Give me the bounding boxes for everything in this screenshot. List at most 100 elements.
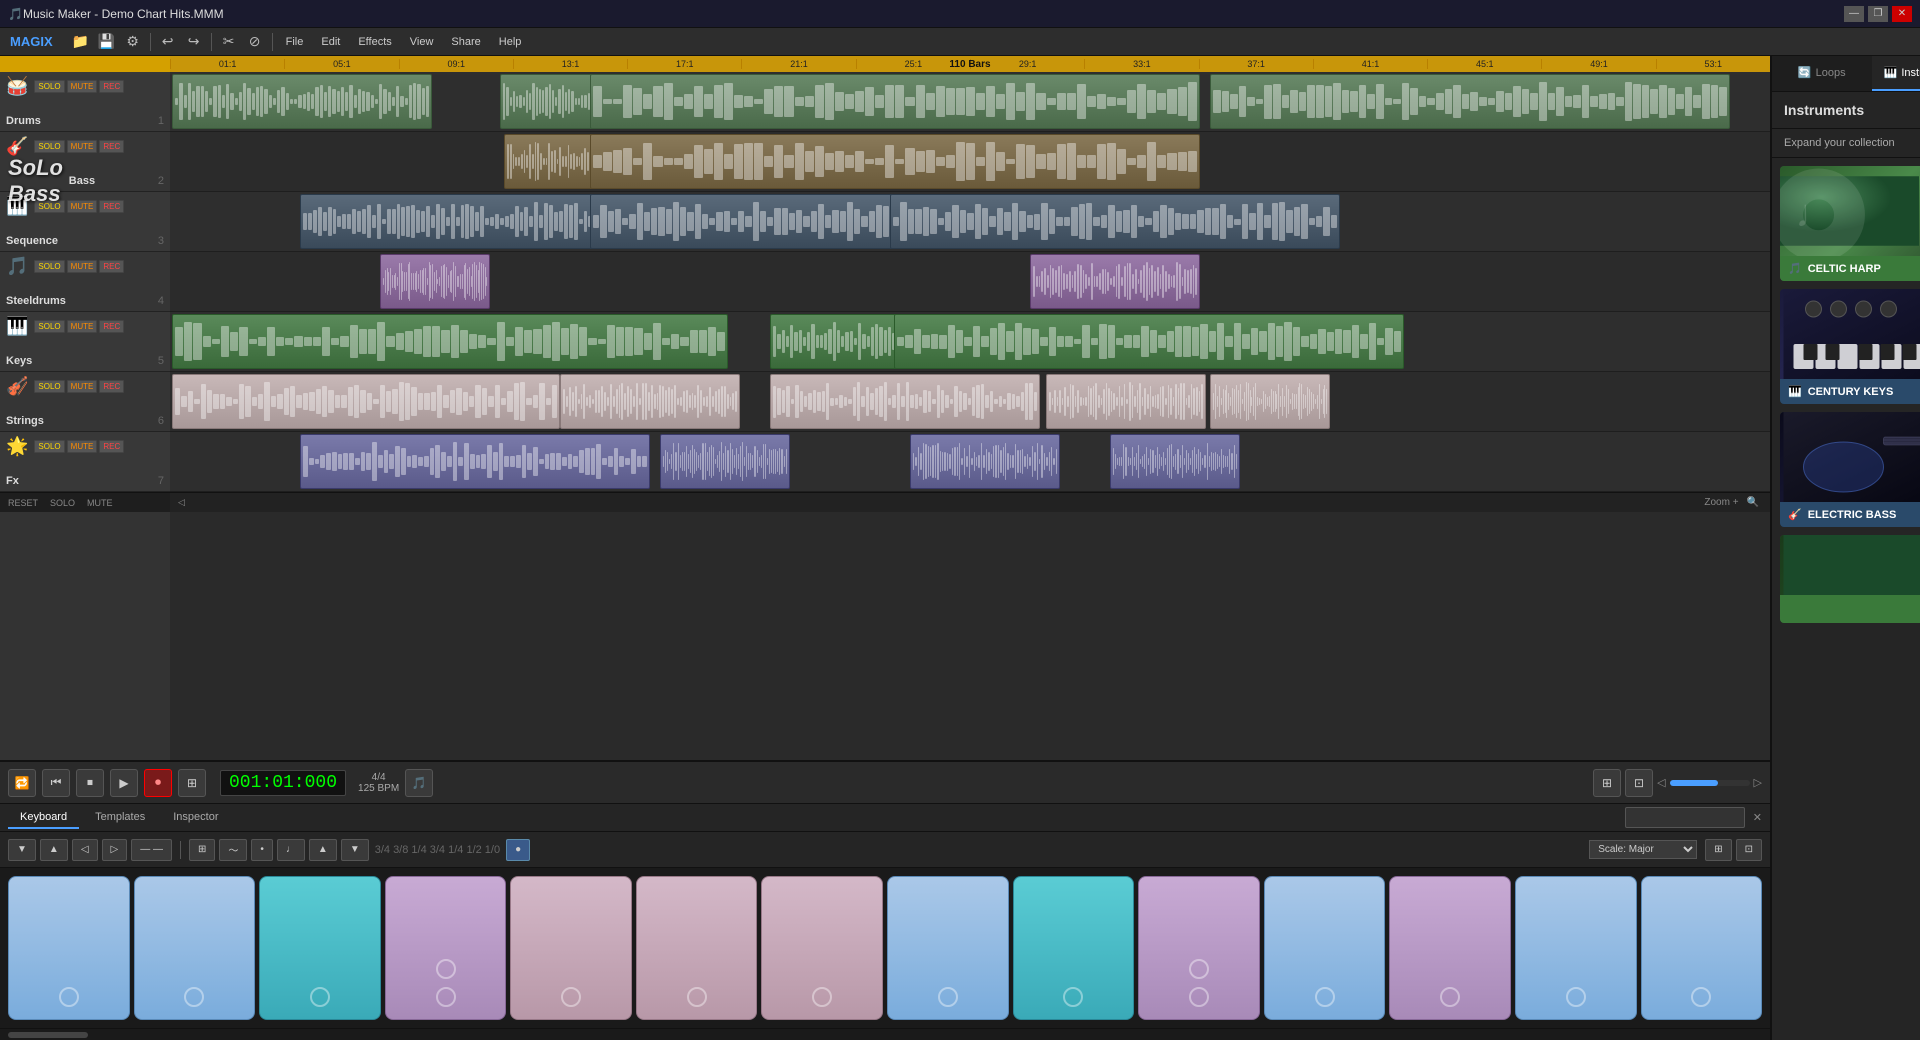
sequence-clip-1[interactable] [300, 194, 600, 249]
keys-clip-3[interactable] [894, 314, 1404, 369]
strings-clip-3[interactable] [770, 374, 1040, 429]
kb-wave-btn[interactable]: 〜 [219, 839, 247, 861]
loop-button[interactable]: 🔁 [8, 769, 36, 797]
drums-clip-3[interactable] [590, 74, 1200, 129]
grid-button[interactable]: ⊞ [1593, 769, 1621, 797]
kb-label-btn[interactable]: — — [131, 839, 172, 861]
playback-slider[interactable] [1670, 780, 1750, 786]
kb-prev-btn[interactable]: ◁ [72, 839, 98, 861]
bass-rec-btn[interactable]: REC [99, 140, 124, 153]
settings-button[interactable]: ⚙ [121, 30, 145, 54]
menu-edit[interactable]: Edit [313, 33, 348, 51]
bass-solo-btn[interactable]: SOLO [34, 140, 64, 153]
track-row-steeldrums[interactable] [170, 252, 1770, 312]
stop-recording-button[interactable]: ⊘ [243, 30, 267, 54]
sequence-rec-btn[interactable]: REC [99, 200, 124, 213]
keyboard-close-btn[interactable]: ✕ [1753, 811, 1762, 824]
piano-key-13[interactable] [1515, 876, 1637, 1020]
kb-record-toggle[interactable]: ● [506, 839, 530, 861]
redo-button[interactable]: ↪ [182, 30, 206, 54]
sequence-mute-btn[interactable]: MUTE [67, 200, 98, 213]
piano-key-7[interactable] [761, 876, 883, 1020]
pattern-button[interactable]: ⊞ [178, 769, 206, 797]
fx-rec-btn[interactable]: REC [99, 440, 124, 453]
celtic-harp-card[interactable]: ♩ 🎵 CELTIC HARP [1780, 166, 1920, 281]
steeldrums-mute-btn[interactable]: MUTE [67, 260, 98, 273]
piano-key-9[interactable] [1013, 876, 1135, 1020]
century-keys-card[interactable]: 🎹 CENTURY KEYS [1780, 289, 1920, 404]
view-toggle-button[interactable]: ⊡ [1625, 769, 1653, 797]
fx-clip-2[interactable] [660, 434, 790, 489]
piano-scrollbar[interactable] [0, 1028, 1770, 1040]
track-row-sequence[interactable] [170, 192, 1770, 252]
kb-up2-btn[interactable]: ▲ [309, 839, 337, 861]
fx-clip-4[interactable] [1110, 434, 1240, 489]
strings-clip-5[interactable] [1210, 374, 1330, 429]
global-mute-btn[interactable]: MUTE [83, 498, 117, 508]
minimize-button[interactable]: — [1844, 6, 1864, 22]
drums-solo-btn[interactable]: SOLO [34, 80, 64, 93]
kb-mode-btn[interactable]: ⊞ [189, 839, 215, 861]
piano-key-3[interactable] [259, 876, 381, 1020]
tab-templates[interactable]: Templates [83, 807, 157, 829]
scale-select[interactable]: Scale: Major Scale: Minor Scale: Pentato… [1589, 840, 1697, 859]
cut-button[interactable]: ✂ [217, 30, 241, 54]
piano-key-2[interactable] [134, 876, 256, 1020]
strings-clip-4[interactable] [1046, 374, 1206, 429]
piano-key-6[interactable] [636, 876, 758, 1020]
kb-next-btn[interactable]: ▷ [102, 839, 128, 861]
menu-help[interactable]: Help [491, 33, 530, 51]
keys-mute-btn[interactable]: MUTE [67, 320, 98, 333]
keyboard-search[interactable] [1625, 807, 1745, 828]
tab-keyboard[interactable]: Keyboard [8, 807, 79, 829]
piano-key-14[interactable] [1641, 876, 1763, 1020]
track-row-bass[interactable] [170, 132, 1770, 192]
kb-note1-btn[interactable]: ♩ [277, 839, 305, 861]
strings-solo-btn[interactable]: SOLO [34, 380, 64, 393]
piano-key-4[interactable] [385, 876, 507, 1020]
track-row-fx[interactable] [170, 432, 1770, 492]
menu-effects[interactable]: Effects [350, 33, 399, 51]
track-content[interactable]: ◁ Zoom + 🔍 [170, 72, 1770, 760]
open-button[interactable]: 📁 [69, 30, 93, 54]
drums-clip-4[interactable] [1210, 74, 1730, 129]
zoom-out-btn[interactable]: 🔍 [1744, 497, 1762, 508]
strings-rec-btn[interactable]: REC [99, 380, 124, 393]
save-button[interactable]: 💾 [95, 30, 119, 54]
track-row-keys[interactable] [170, 312, 1770, 372]
kb-down-btn[interactable]: ▼ [8, 839, 36, 861]
strings-clip-2[interactable] [560, 374, 740, 429]
kb-dot-btn[interactable]: • [251, 839, 273, 861]
steeldrums-rec-btn[interactable]: REC [99, 260, 124, 273]
maximize-button[interactable]: ❐ [1868, 6, 1888, 22]
next-section-btn[interactable]: ▷ [1754, 776, 1762, 789]
menu-view[interactable]: View [402, 33, 442, 51]
kb-grid-btn[interactable]: ⊞ [1705, 839, 1731, 861]
piano-key-11[interactable] [1264, 876, 1386, 1020]
strings-clip-1[interactable] [172, 374, 560, 429]
sequence-solo-btn[interactable]: SOLO [34, 200, 64, 213]
piano-key-12[interactable] [1389, 876, 1511, 1020]
keys-solo-btn[interactable]: SOLO [34, 320, 64, 333]
drums-mute-btn[interactable]: MUTE [67, 80, 98, 93]
generic-card-1[interactable] [1780, 535, 1920, 623]
drums-rec-btn[interactable]: REC [99, 80, 124, 93]
tab-instruments[interactable]: 🎹 Instruments [1872, 56, 1920, 91]
track-row-drums[interactable] [170, 72, 1770, 132]
keys-rec-btn[interactable]: REC [99, 320, 124, 333]
steeldrums-clip-1[interactable] [380, 254, 490, 309]
rewind-button[interactable]: ⏮ [42, 769, 70, 797]
menu-share[interactable]: Share [443, 33, 488, 51]
keys-clip-1[interactable] [172, 314, 728, 369]
prev-section-btn[interactable]: ◁ [1657, 776, 1665, 789]
undo-button[interactable]: ↩ [156, 30, 180, 54]
play-button[interactable]: ▶ [110, 769, 138, 797]
zoom-in-btn[interactable]: Zoom + [1701, 497, 1741, 508]
fx-clip-1[interactable] [300, 434, 650, 489]
menu-file[interactable]: File [278, 33, 312, 51]
bass-clip-2[interactable] [590, 134, 1200, 189]
bass-mute-btn[interactable]: MUTE [67, 140, 98, 153]
stop-button[interactable]: ⏹ [76, 769, 104, 797]
kb-up-btn[interactable]: ▲ [40, 839, 68, 861]
track-row-strings[interactable] [170, 372, 1770, 432]
